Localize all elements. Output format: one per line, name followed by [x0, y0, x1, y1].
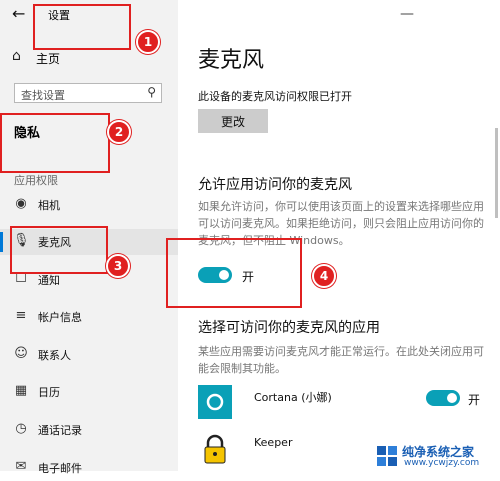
scrollbar-thumb[interactable]: [495, 128, 498, 218]
app-permissions-label: 应用权限: [14, 174, 58, 187]
annotation-box-2: [0, 113, 110, 173]
toggle-knob: [447, 393, 457, 403]
call-history-icon: ◷: [15, 421, 27, 436]
sidebar-item-label: 电子邮件: [38, 462, 82, 475]
watermark-logo-icon: [377, 446, 397, 466]
choose-apps-heading: 选择可访问你的麦克风的应用: [198, 320, 380, 336]
cortana-icon: [198, 385, 232, 419]
sidebar-item-camera[interactable]: ◉ 相机: [0, 192, 178, 218]
annotation-box-3: [10, 226, 108, 274]
change-button[interactable]: 更改: [198, 109, 268, 133]
search-icon[interactable]: ⚲: [147, 85, 156, 99]
calendar-icon: ▦: [14, 383, 28, 398]
sidebar-item-label: 联系人: [38, 349, 71, 362]
keeper-icon: [198, 432, 232, 466]
annotation-box-4: [166, 238, 302, 308]
sidebar-item-label: 日历: [38, 386, 60, 399]
email-icon: ✉: [15, 459, 27, 474]
sidebar-item-label: 通话记录: [38, 424, 82, 437]
watermark: 纯净系统之家 www.ycwjzy.com: [376, 443, 496, 469]
annotation-number-4: 4: [312, 264, 336, 288]
page-title: 麦克风: [198, 48, 265, 73]
sidebar-item-label: 帐户信息: [38, 311, 82, 324]
allow-apps-heading: 允许应用访问你的麦克风: [198, 177, 352, 193]
camera-icon: ◉: [15, 196, 27, 211]
back-arrow-icon[interactable]: ←: [12, 4, 25, 23]
app-row-cortana: Cortana (小娜) 开: [198, 385, 498, 419]
app-name: Keeper: [254, 436, 293, 449]
watermark-url: www.ycwjzy.com: [404, 458, 480, 468]
sidebar-item-calendar[interactable]: ▦ 日历: [0, 379, 178, 405]
contacts-icon: ☺: [14, 346, 28, 361]
annotation-number-2: 2: [107, 120, 131, 144]
sidebar-item-label: 相机: [38, 199, 60, 212]
search-input[interactable]: [15, 86, 139, 105]
account-info-icon: ≡: [15, 308, 27, 323]
cortana-toggle[interactable]: [426, 390, 460, 406]
annotation-number-3: 3: [106, 254, 130, 278]
device-access-status: 此设备的麦克风访问权限已打开: [198, 90, 352, 103]
sidebar-item-contacts[interactable]: ☺ 联系人: [0, 342, 178, 368]
sidebar-item-account-info[interactable]: ≡ 帐户信息: [0, 304, 178, 330]
sidebar-item-email[interactable]: ✉ 电子邮件: [0, 455, 178, 481]
minimize-button[interactable]: —: [400, 6, 414, 22]
home-label: 主页: [36, 52, 61, 66]
main-content: — 麦克风 此设备的麦克风访问权限已打开 更改 允许应用访问你的麦克风 如果允许…: [178, 0, 500, 471]
cortana-toggle-label: 开: [468, 393, 481, 407]
sidebar-item-call-history[interactable]: ◷ 通话记录: [0, 417, 178, 443]
search-box: ⚲: [14, 83, 162, 105]
app-name: Cortana (小娜): [254, 391, 332, 404]
annotation-number-1: 1: [136, 30, 160, 54]
home-icon: ⌂: [12, 48, 21, 64]
annotation-box-1: [33, 4, 131, 50]
choose-apps-description: 某些应用需要访问麦克风才能正常运行。在此处关闭应用可能会限制其功能。: [198, 345, 484, 375]
sidebar-item-label: 通知: [38, 274, 60, 287]
